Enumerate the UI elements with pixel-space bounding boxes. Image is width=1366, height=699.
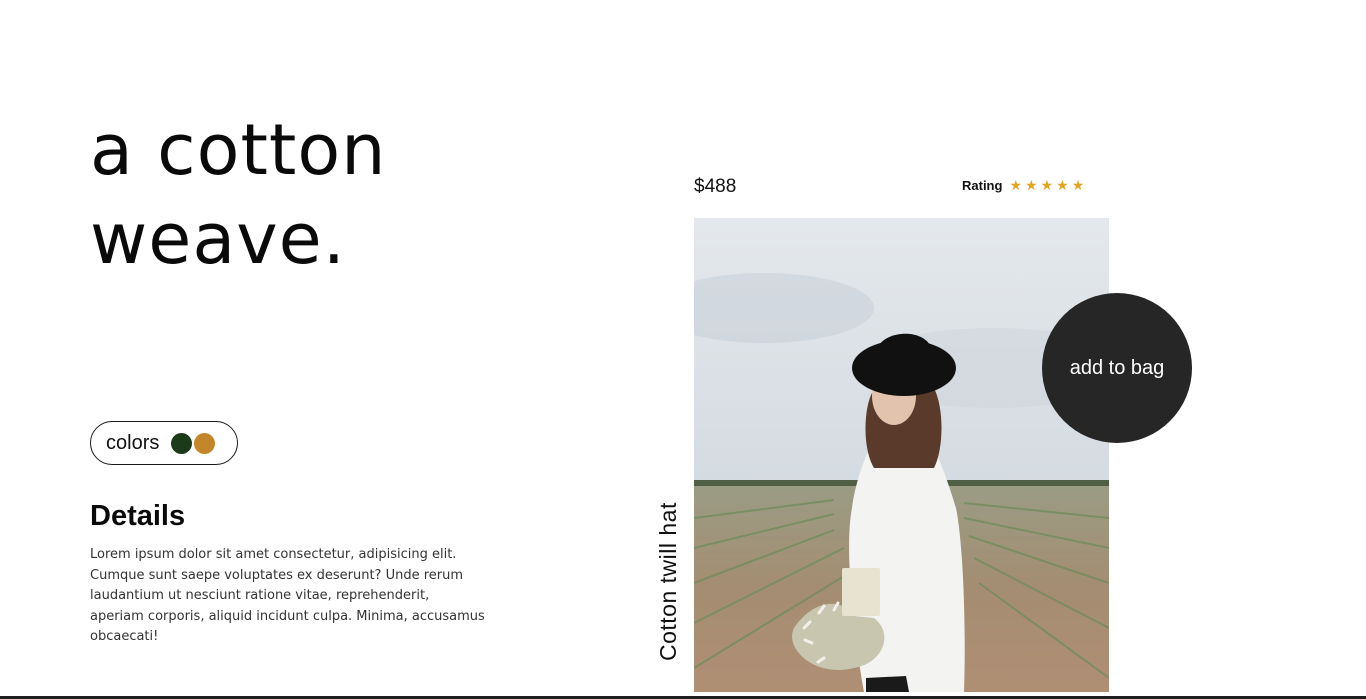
star-icon: ★ xyxy=(1056,177,1069,194)
product-price: $488 xyxy=(694,176,737,197)
product-rating: Rating ★ ★ ★ ★ ★ xyxy=(962,178,1084,193)
headline-line-1: a cotton xyxy=(90,109,387,191)
color-selector[interactable]: colors xyxy=(90,421,238,465)
colors-label: colors xyxy=(106,431,160,454)
star-icon: ★ xyxy=(1009,177,1023,194)
star-icon: ★ xyxy=(1025,177,1038,194)
star-icon: ★ xyxy=(1071,177,1085,194)
add-to-bag-button[interactable]: add to bag xyxy=(1042,293,1192,443)
details-description: Lorem ipsum dolor sit amet consectetur, … xyxy=(90,547,485,644)
product-headline: a cotton weave. xyxy=(90,106,387,284)
product-photo xyxy=(694,218,1109,692)
color-swatch-dark-green[interactable] xyxy=(171,432,193,454)
color-swatch-ochre[interactable] xyxy=(194,432,216,454)
product-name: Cotton twill hat xyxy=(655,502,681,661)
star-icon: ★ xyxy=(1040,177,1054,194)
headline-line-2: weave. xyxy=(90,198,346,280)
details-heading: Details xyxy=(90,500,186,532)
rating-label: Rating xyxy=(962,178,1003,193)
